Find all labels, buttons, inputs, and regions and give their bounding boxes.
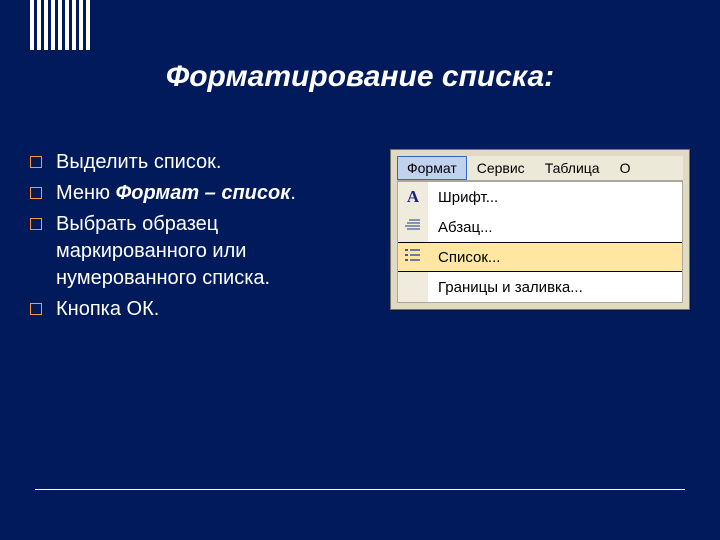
list-item: Выделить список.	[30, 149, 365, 176]
list-icon	[405, 248, 421, 267]
bullet-icon	[30, 218, 42, 230]
corner-decoration	[30, 0, 90, 50]
menu-item-borders[interactable]: Границы и заливка...	[398, 272, 682, 302]
menubar-item-service[interactable]: Сервис	[467, 156, 535, 180]
menubar-item-format[interactable]: Формат	[397, 156, 467, 180]
list-item: Выбрать образец маркированного или нумер…	[30, 211, 365, 292]
menubar-item-window[interactable]: О	[610, 156, 641, 180]
format-dropdown: A Шрифт... Абзац...	[397, 181, 683, 303]
bullet-icon	[30, 187, 42, 199]
bullet-icon	[30, 156, 42, 168]
font-icon: A	[407, 187, 419, 207]
divider	[35, 489, 685, 490]
menu-screenshot: Формат Сервис Таблица О A Шрифт... Абзац…	[390, 149, 690, 310]
menu-item-paragraph[interactable]: Абзац...	[398, 212, 682, 242]
paragraph-icon	[405, 218, 421, 237]
menubar: Формат Сервис Таблица О	[397, 156, 683, 181]
menu-item-font[interactable]: A Шрифт...	[398, 182, 682, 212]
menubar-item-table[interactable]: Таблица	[535, 156, 610, 180]
steps-list: Выделить список. Меню Формат – список. В…	[30, 149, 365, 327]
list-item: Кнопка ОК.	[30, 296, 365, 323]
bullet-icon	[30, 303, 42, 315]
page-title: Форматирование списка:	[0, 0, 720, 94]
list-item: Меню Формат – список.	[30, 180, 365, 207]
menu-item-list[interactable]: Список...	[398, 242, 682, 272]
